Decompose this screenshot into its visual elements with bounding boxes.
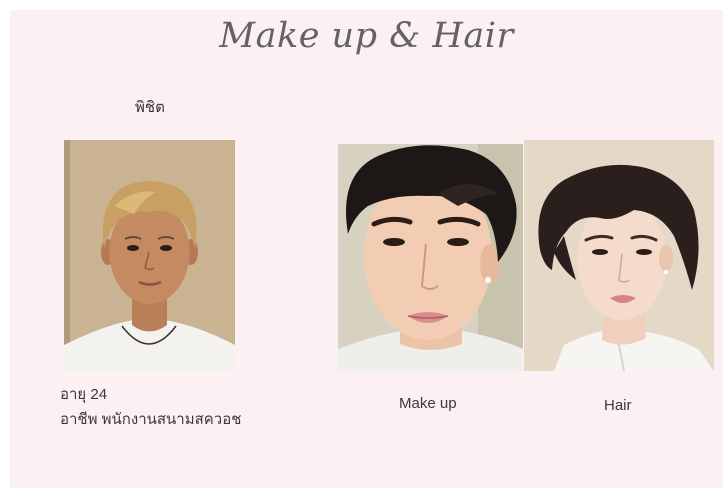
subject-age: อายุ 24 bbox=[60, 386, 108, 403]
subject-name: พิชิต bbox=[135, 98, 165, 116]
hair-caption: Hair bbox=[604, 397, 632, 414]
slide-title: Make up & Hair bbox=[219, 16, 514, 56]
makeup-photo bbox=[338, 144, 523, 371]
makeup-caption: Make up bbox=[399, 395, 457, 412]
subject-occupation: อาชีพ พนักงานสนามสควอช bbox=[60, 411, 242, 428]
slide: Make up & Hair พิชิต อายุ 24 อาชีพ พนักง… bbox=[10, 10, 723, 488]
portrait-hair-reference-photo bbox=[524, 140, 714, 371]
hair-photo bbox=[524, 140, 714, 371]
portrait-makeup-reference-photo bbox=[338, 144, 523, 371]
before-photo bbox=[64, 140, 235, 372]
portrait-blond-man-photo bbox=[64, 140, 235, 372]
